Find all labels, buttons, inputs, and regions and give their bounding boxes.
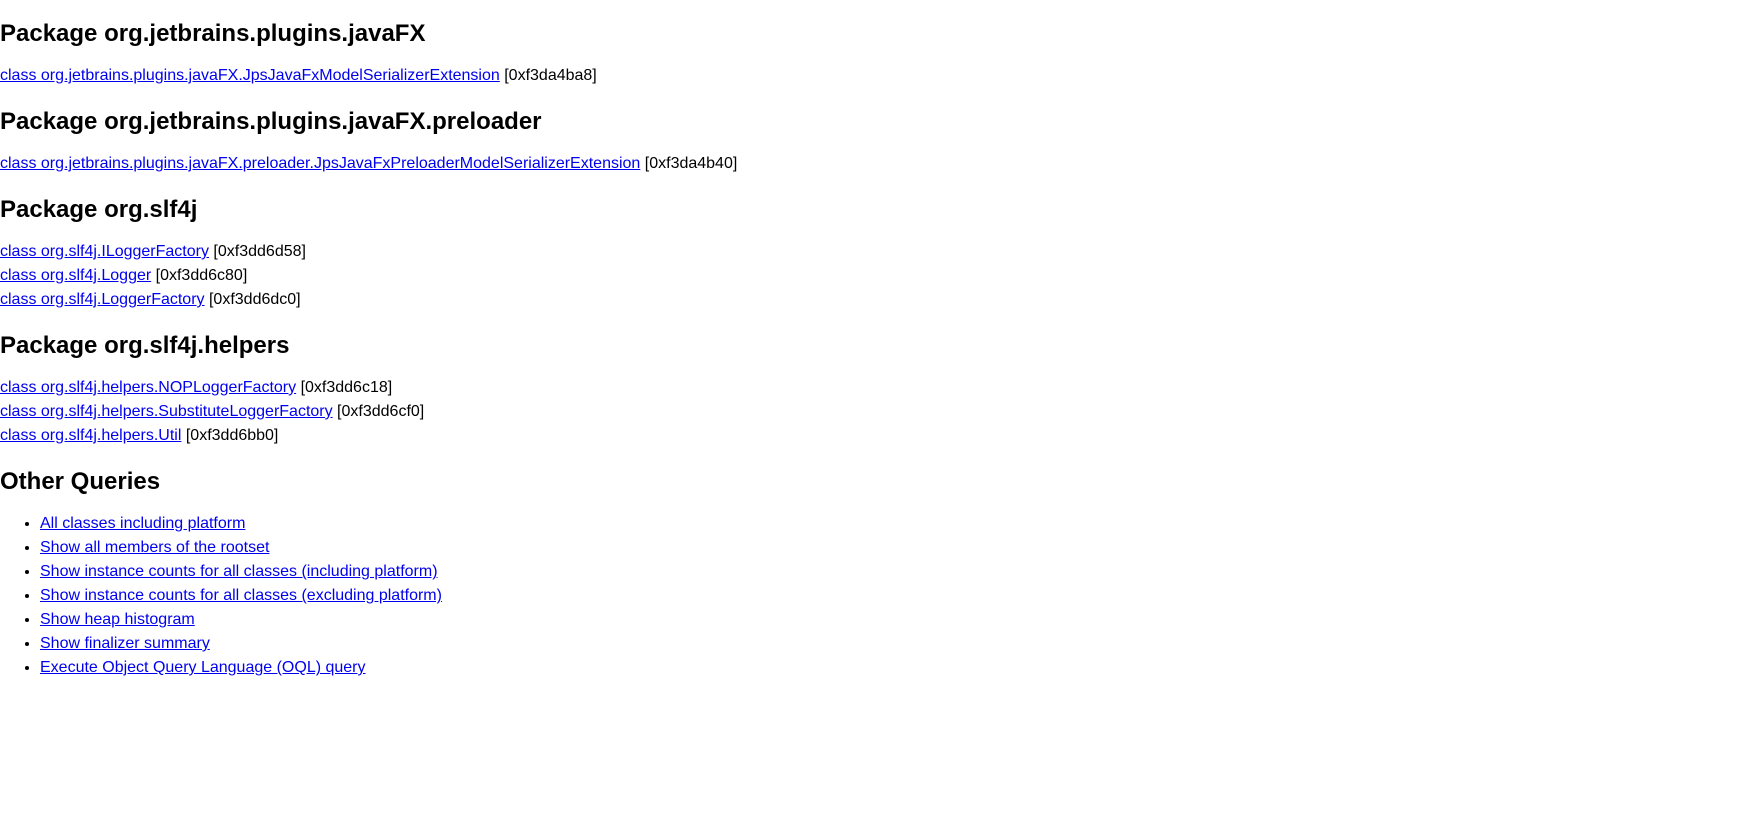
other-queries-heading: Other Queries bbox=[0, 468, 1747, 496]
class-entry: class org.slf4j.helpers.SubstituteLogger… bbox=[0, 400, 1747, 424]
query-item: Show instance counts for all classes (ex… bbox=[40, 584, 1747, 608]
query-link[interactable]: All classes including platform bbox=[40, 515, 245, 532]
query-link[interactable]: Show finalizer summary bbox=[40, 635, 210, 652]
package-heading: Package org.jetbrains.plugins.javaFX.pre… bbox=[0, 108, 1747, 136]
class-entry: class org.slf4j.helpers.NOPLoggerFactory… bbox=[0, 376, 1747, 400]
class-entry: class org.jetbrains.plugins.javaFX.JpsJa… bbox=[0, 64, 1747, 88]
class-address: [0xf3dd6dc0] bbox=[205, 291, 301, 308]
class-address: [0xf3dd6bb0] bbox=[181, 427, 278, 444]
query-link[interactable]: Show instance counts for all classes (in… bbox=[40, 563, 438, 580]
class-entry: class org.slf4j.helpers.Util [0xf3dd6bb0… bbox=[0, 424, 1747, 448]
class-address: [0xf3dd6d58] bbox=[209, 243, 306, 260]
class-list: class org.slf4j.ILoggerFactory [0xf3dd6d… bbox=[0, 240, 1747, 312]
class-address: [0xf3dd6c80] bbox=[151, 267, 247, 284]
class-list: class org.jetbrains.plugins.javaFX.JpsJa… bbox=[0, 64, 1747, 88]
class-list: class org.jetbrains.plugins.javaFX.prelo… bbox=[0, 152, 1747, 176]
class-link[interactable]: class org.slf4j.Logger bbox=[0, 267, 151, 284]
query-item: All classes including platform bbox=[40, 512, 1747, 536]
query-item: Show all members of the rootset bbox=[40, 536, 1747, 560]
class-link[interactable]: class org.slf4j.helpers.Util bbox=[0, 427, 181, 444]
class-address: [0xf3da4ba8] bbox=[500, 67, 597, 84]
package-heading: Package org.slf4j bbox=[0, 196, 1747, 224]
class-link[interactable]: class org.jetbrains.plugins.javaFX.prelo… bbox=[0, 155, 640, 172]
class-entry: class org.jetbrains.plugins.javaFX.prelo… bbox=[0, 152, 1747, 176]
query-link[interactable]: Execute Object Query Language (OQL) quer… bbox=[40, 659, 366, 676]
class-link[interactable]: class org.slf4j.helpers.NOPLoggerFactory bbox=[0, 379, 296, 396]
class-entry: class org.slf4j.LoggerFactory [0xf3dd6dc… bbox=[0, 288, 1747, 312]
query-link[interactable]: Show all members of the rootset bbox=[40, 539, 269, 556]
query-item: Show instance counts for all classes (in… bbox=[40, 560, 1747, 584]
class-address: [0xf3dd6cf0] bbox=[333, 403, 425, 420]
package-heading: Package org.slf4j.helpers bbox=[0, 332, 1747, 360]
class-address: [0xf3da4b40] bbox=[640, 155, 737, 172]
class-link[interactable]: class org.slf4j.ILoggerFactory bbox=[0, 243, 209, 260]
query-item: Show finalizer summary bbox=[40, 632, 1747, 656]
query-item: Execute Object Query Language (OQL) quer… bbox=[40, 656, 1747, 680]
package-heading: Package org.jetbrains.plugins.javaFX bbox=[0, 20, 1747, 48]
other-queries-list: All classes including platform Show all m… bbox=[0, 512, 1747, 680]
class-entry: class org.slf4j.Logger [0xf3dd6c80] bbox=[0, 264, 1747, 288]
query-link[interactable]: Show heap histogram bbox=[40, 611, 195, 628]
class-entry: class org.slf4j.ILoggerFactory [0xf3dd6d… bbox=[0, 240, 1747, 264]
query-item: Show heap histogram bbox=[40, 608, 1747, 632]
class-address: [0xf3dd6c18] bbox=[296, 379, 392, 396]
class-link[interactable]: class org.slf4j.helpers.SubstituteLogger… bbox=[0, 403, 333, 420]
class-list: class org.slf4j.helpers.NOPLoggerFactory… bbox=[0, 376, 1747, 448]
query-link[interactable]: Show instance counts for all classes (ex… bbox=[40, 587, 442, 604]
class-link[interactable]: class org.jetbrains.plugins.javaFX.JpsJa… bbox=[0, 67, 500, 84]
class-link[interactable]: class org.slf4j.LoggerFactory bbox=[0, 291, 205, 308]
